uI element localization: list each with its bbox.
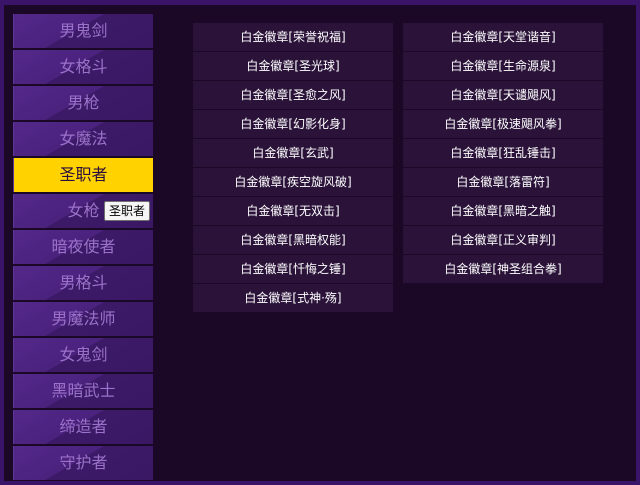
sidebar-item-priest[interactable]: 圣职者 <box>13 158 153 192</box>
emblem-item[interactable]: 白金徽章[忏悔之锤] <box>193 255 393 283</box>
emblem-item[interactable]: 白金徽章[天谴飓风] <box>403 81 603 109</box>
sidebar-item-male-mage[interactable]: 男魔法师 <box>13 302 153 336</box>
window-frame: 男鬼剑 女格斗 男枪 女魔法 圣职者 女枪 暗夜使者 男格斗 男魔法师 女鬼剑 … <box>0 0 640 485</box>
emblem-item[interactable]: 白金徽章[圣愈之风] <box>193 81 393 109</box>
sidebar-item-thief[interactable]: 暗夜使者 <box>13 230 153 264</box>
emblem-item[interactable]: 白金徽章[落雷符] <box>403 168 603 196</box>
sidebar-item-female-fighter[interactable]: 女格斗 <box>13 50 153 84</box>
class-sidebar: 男鬼剑 女格斗 男枪 女魔法 圣职者 女枪 暗夜使者 男格斗 男魔法师 女鬼剑 … <box>13 14 154 482</box>
emblem-item[interactable]: 白金徽章[神圣组合拳] <box>403 255 603 283</box>
emblem-item[interactable]: 白金徽章[玄武] <box>193 139 393 167</box>
sidebar-item-creator[interactable]: 缔造者 <box>13 410 153 444</box>
sidebar-item-female-mage[interactable]: 女魔法 <box>13 122 153 156</box>
emblem-item[interactable]: 白金徽章[疾空旋风破] <box>193 168 393 196</box>
sidebar-item-male-gunner[interactable]: 男枪 <box>13 86 153 120</box>
emblem-item[interactable]: 白金徽章[黑暗权能] <box>193 226 393 254</box>
emblem-item[interactable]: 白金徽章[式神·殇] <box>193 284 393 312</box>
emblem-item[interactable]: 白金徽章[无双击] <box>193 197 393 225</box>
sidebar-item-male-fighter[interactable]: 男格斗 <box>13 266 153 300</box>
emblem-item[interactable]: 白金徽章[极速飓风拳] <box>403 110 603 138</box>
emblem-item[interactable]: 白金徽章[生命源泉] <box>403 52 603 80</box>
sidebar-item-male-slayer[interactable]: 男鬼剑 <box>13 14 153 48</box>
emblem-list-right: 白金徽章[天堂谐音] 白金徽章[生命源泉] 白金徽章[天谴飓风] 白金徽章[极速… <box>403 23 603 284</box>
hover-tooltip: 圣职者 <box>104 201 151 221</box>
emblem-item[interactable]: 白金徽章[正义审判] <box>403 226 603 254</box>
emblem-item[interactable]: 白金徽章[天堂谐音] <box>403 23 603 51</box>
emblem-item[interactable]: 白金徽章[圣光球] <box>193 52 393 80</box>
emblem-item[interactable]: 白金徽章[黑暗之触] <box>403 197 603 225</box>
sidebar-item-dark-knight[interactable]: 黑暗武士 <box>13 374 153 408</box>
emblem-list-left: 白金徽章[荣誉祝福] 白金徽章[圣光球] 白金徽章[圣愈之风] 白金徽章[幻影化… <box>193 23 393 313</box>
emblem-item[interactable]: 白金徽章[荣誉祝福] <box>193 23 393 51</box>
emblem-item[interactable]: 白金徽章[狂乱锤击] <box>403 139 603 167</box>
sidebar-item-guardian[interactable]: 守护者 <box>13 446 153 480</box>
sidebar-item-female-slayer[interactable]: 女鬼剑 <box>13 338 153 372</box>
emblem-item[interactable]: 白金徽章[幻影化身] <box>193 110 393 138</box>
